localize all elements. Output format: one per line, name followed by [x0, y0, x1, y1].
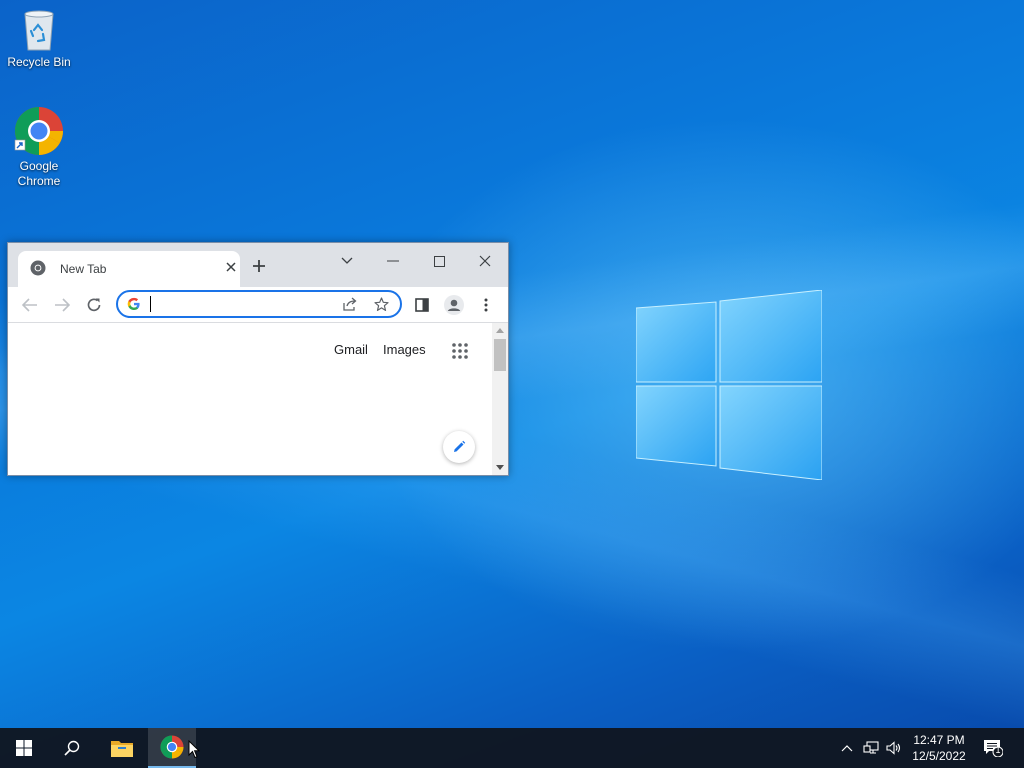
new-tab-page: Gmail Images: [8, 323, 492, 475]
show-hidden-icons-button[interactable]: [838, 728, 856, 768]
start-button[interactable]: [0, 728, 48, 768]
scroll-down-icon[interactable]: [496, 465, 504, 470]
browser-toolbar: [8, 287, 508, 323]
customize-button[interactable]: [443, 431, 475, 463]
side-panel-button[interactable]: [410, 293, 434, 317]
clock-time: 12:47 PM: [913, 733, 965, 747]
mouse-cursor-icon: [188, 740, 200, 759]
folder-icon: [111, 741, 133, 757]
windows-wallpaper-logo: [636, 290, 822, 480]
chrome-window: New Tab Gmail Images: [7, 242, 509, 476]
pencil-icon: [454, 440, 466, 452]
profile-button[interactable]: [442, 293, 466, 317]
omnibox-input[interactable]: [148, 295, 328, 313]
scroll-up-icon[interactable]: [496, 328, 504, 333]
taskbar-clock[interactable]: 12:47 PM 12/5/2022: [904, 732, 974, 764]
desktop-icon-label: Recycle Bin: [7, 55, 71, 69]
minimize-icon: [387, 260, 399, 262]
taskbar: 12:47 PM 12/5/2022 1: [0, 728, 1024, 768]
back-arrow-icon: [22, 298, 37, 312]
close-tab-icon[interactable]: [225, 261, 237, 273]
tab-new-tab[interactable]: New Tab: [18, 251, 240, 287]
desktop-icon-label: Google Chrome: [17, 159, 61, 188]
gmail-link[interactable]: Gmail: [334, 342, 368, 357]
chrome-favicon-icon: [30, 260, 46, 276]
search-icon: [64, 740, 80, 756]
clock-date: 12/5/2022: [912, 749, 966, 763]
bookmark-star-icon[interactable]: [374, 297, 389, 312]
forward-button[interactable]: [50, 293, 74, 317]
share-icon[interactable]: [342, 297, 358, 312]
chrome-icon: [160, 735, 184, 759]
vertical-scrollbar[interactable]: [492, 323, 508, 475]
chevron-up-icon: [841, 744, 853, 751]
volume-button[interactable]: [884, 728, 904, 768]
notification-count: 1: [995, 745, 1001, 755]
scrollbar-thumb[interactable]: [494, 339, 506, 371]
desktop-icon-recycle-bin[interactable]: Recycle Bin: [2, 8, 76, 70]
maximize-icon: [433, 255, 445, 267]
google-apps-icon[interactable]: [452, 343, 468, 359]
recycle-bin-icon: [24, 10, 54, 51]
reload-icon: [87, 298, 101, 312]
desktop-icon-google-chrome[interactable]: Google Chrome: [2, 106, 76, 189]
close-icon: [479, 255, 491, 267]
speaker-icon: [886, 741, 901, 755]
file-explorer-button[interactable]: [98, 728, 146, 768]
chrome-icon: [14, 107, 64, 155]
avatar-icon: [444, 295, 464, 315]
google-g-icon: [127, 297, 140, 310]
close-window-button[interactable]: [470, 249, 500, 273]
side-panel-icon: [415, 298, 429, 312]
tab-search-button[interactable]: [332, 249, 362, 273]
chevron-down-icon: [341, 257, 353, 264]
minimize-button[interactable]: [378, 249, 408, 273]
menu-button[interactable]: [474, 293, 498, 317]
forward-arrow-icon: [55, 298, 70, 312]
windows-start-icon: [16, 740, 32, 756]
network-icon: [863, 741, 879, 754]
network-button[interactable]: [860, 728, 882, 768]
tab-title: New Tab: [60, 262, 107, 276]
back-button[interactable]: [18, 293, 42, 317]
address-bar[interactable]: [116, 290, 402, 318]
kebab-menu-icon: [484, 298, 488, 312]
action-center-button[interactable]: 1: [978, 728, 1008, 768]
search-button[interactable]: [48, 728, 96, 768]
maximize-button[interactable]: [424, 249, 454, 273]
reload-button[interactable]: [82, 293, 106, 317]
images-link[interactable]: Images: [383, 342, 426, 357]
tab-strip: New Tab: [8, 243, 508, 287]
new-tab-icon[interactable]: [252, 259, 266, 273]
text-caret: [150, 296, 151, 312]
